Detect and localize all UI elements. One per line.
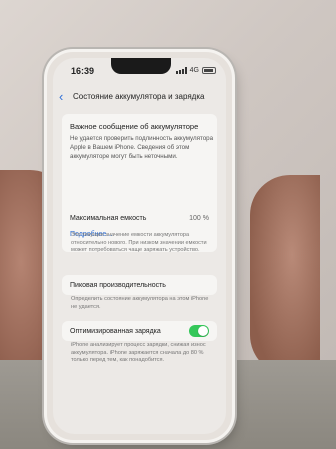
toggle-knob xyxy=(198,326,208,336)
network-type: 4G xyxy=(189,67,199,74)
max-capacity-row: Максимальная емкость 100 % xyxy=(62,208,217,230)
status-indicators: 4G xyxy=(175,67,216,74)
phone: 16:39 4G ‹ Состояние аккумулятора и заря… xyxy=(47,52,232,440)
signal-icon xyxy=(175,67,187,74)
optimized-charging-label: Оптимизированная зарядка xyxy=(70,328,161,335)
peak-performance-row: Пиковая производительность xyxy=(62,275,217,295)
max-capacity-label: Максимальная емкость xyxy=(70,215,147,222)
battery-icon xyxy=(202,67,216,74)
right-hand xyxy=(250,175,320,375)
warning-text: Не удается проверить подлинность аккумул… xyxy=(70,135,214,160)
nav-bar: ‹ Состояние аккумулятора и зарядка xyxy=(53,88,226,108)
status-bar: 16:39 4G xyxy=(53,58,226,84)
optimized-note: iPhone анализирует процесс зарядки, сниж… xyxy=(71,342,206,364)
capacity-note: Это текущее значение емкости аккумулятор… xyxy=(71,232,207,254)
phone-screen: 16:39 4G ‹ Состояние аккумулятора и заря… xyxy=(53,58,226,434)
peak-performance-label: Пиковая производительность xyxy=(70,282,166,289)
status-time: 16:39 xyxy=(71,66,95,76)
warning-title: Важное сообщение об аккумуляторе xyxy=(70,122,199,131)
peak-note: Определить состояние аккумулятора на это… xyxy=(71,296,209,310)
back-chevron-icon[interactable]: ‹ xyxy=(59,90,63,103)
page-title: Состояние аккумулятора и зарядка xyxy=(73,92,205,101)
optimized-charging-row: Оптимизированная зарядка xyxy=(62,321,217,341)
max-capacity-value: 100 % xyxy=(189,215,209,222)
notch xyxy=(111,58,171,74)
optimized-charging-toggle[interactable] xyxy=(189,325,209,337)
